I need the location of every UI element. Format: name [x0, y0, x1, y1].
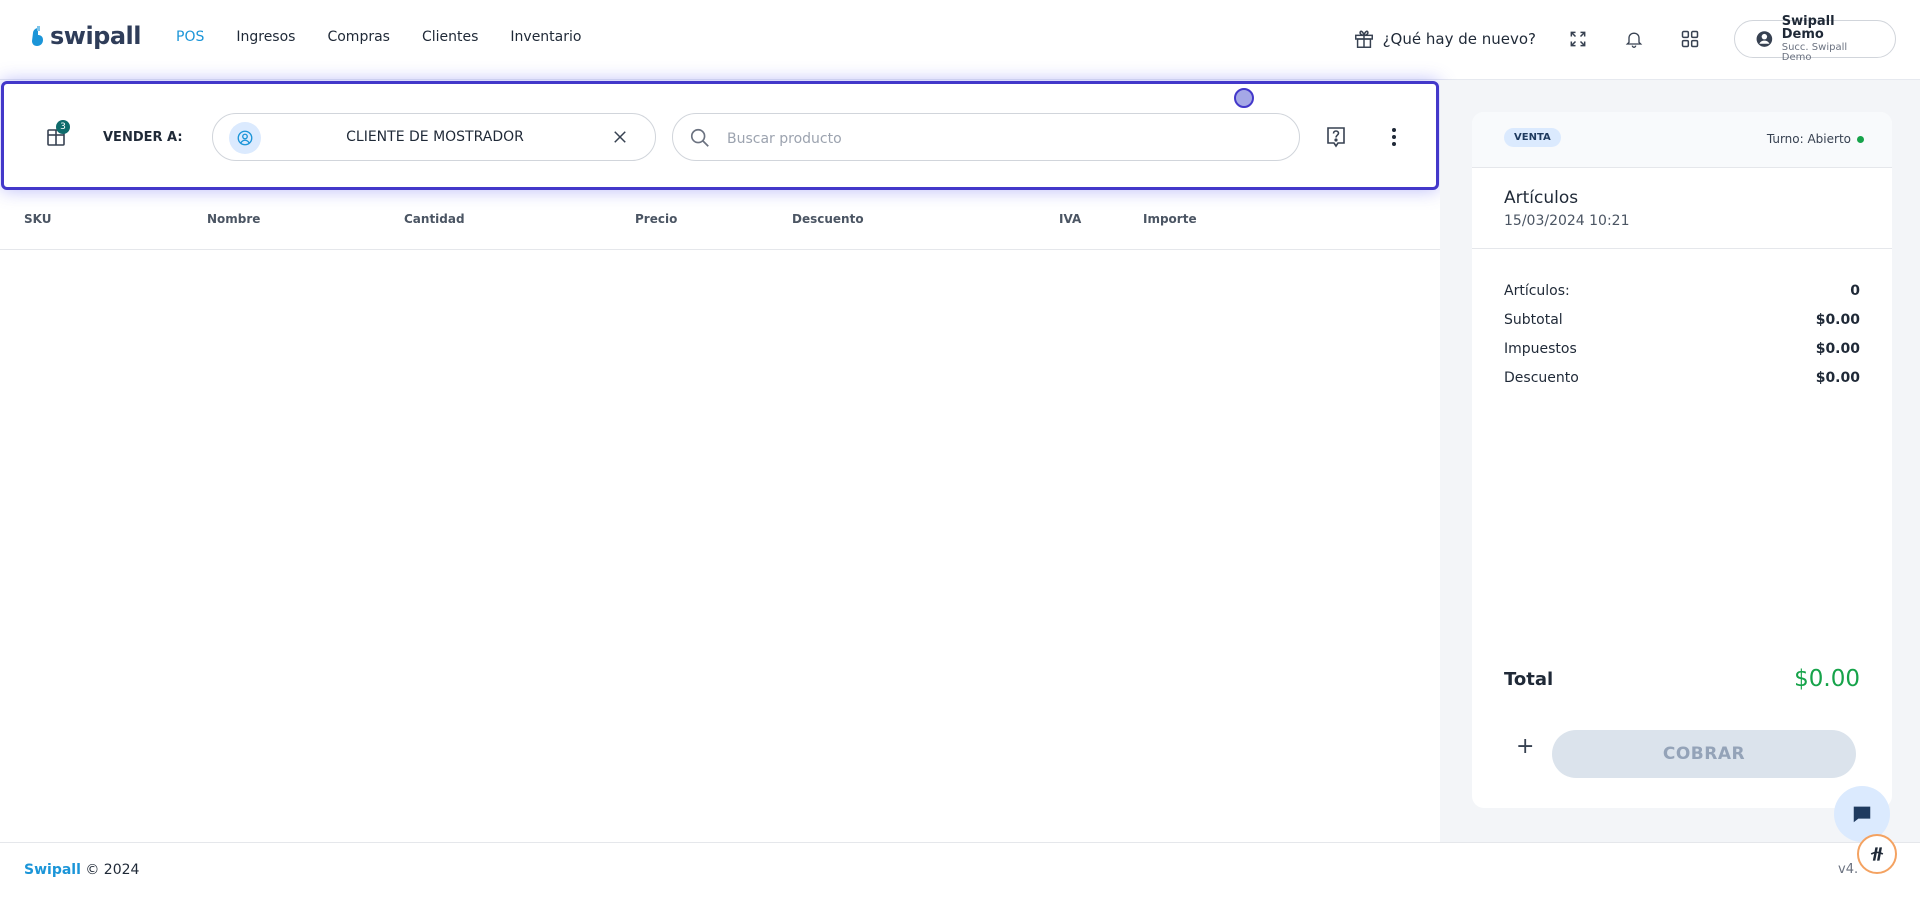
summary-title: Artículos — [1504, 188, 1579, 208]
user-name: Swipall Demo — [1781, 14, 1835, 42]
bell-icon[interactable] — [1622, 27, 1646, 51]
items-table-header: SKU Nombre Cantidad Precio Descuento IVA… — [0, 200, 1440, 250]
row-label: Subtotal — [1504, 312, 1563, 328]
client-selector[interactable]: CLIENTE DE MOSTRADOR — [212, 113, 656, 161]
charge-button[interactable]: COBRAR — [1552, 730, 1856, 778]
logo-text: swipall — [50, 22, 142, 50]
column-sku[interactable]: SKU — [24, 212, 51, 226]
summary-row-descuento: Descuento $0.00 — [1504, 370, 1860, 386]
nav-inventario[interactable]: Inventario — [510, 29, 581, 45]
row-value: $0.00 — [1815, 341, 1860, 357]
assistant-button[interactable] — [1857, 834, 1897, 874]
summary-row-subtotal: Subtotal $0.00 — [1504, 312, 1860, 328]
summary-row-articulos: Artículos: 0 — [1504, 283, 1860, 299]
top-navbar: swipall POS Ingresos Compras Clientes In… — [0, 0, 1920, 80]
summary-date: 15/03/2024 10:21 — [1504, 213, 1630, 229]
row-label: Impuestos — [1504, 341, 1577, 357]
user-menu-button[interactable]: Swipall Demo Succ. Swipall Demo — [1734, 15, 1896, 63]
column-nombre[interactable]: Nombre — [207, 212, 260, 226]
chat-bubble-icon — [1853, 806, 1871, 823]
summary-header: VENTA Turno: Abierto — [1472, 112, 1892, 168]
nav-ingresos[interactable]: Ingresos — [236, 29, 295, 45]
shift-status-label: Turno: Abierto — [1766, 132, 1851, 146]
footer: Swipall © 2024 v4. — [0, 842, 1920, 898]
client-name: CLIENTE DE MOSTRADOR — [346, 129, 524, 145]
cursor-indicator — [1234, 88, 1254, 108]
column-precio[interactable]: Precio — [635, 212, 677, 226]
sale-summary-card: VENTA Turno: Abierto Artículos 15/03/202… — [1472, 112, 1892, 808]
topbar-actions: ¿Qué hay de nuevo? Swipall Demo Succ. Sw… — [1353, 15, 1896, 63]
logo-mark-icon — [32, 26, 43, 46]
row-label: Artículos: — [1504, 283, 1570, 299]
app-version: v4. — [1838, 862, 1859, 877]
nav-compras[interactable]: Compras — [327, 29, 390, 45]
add-button[interactable]: + — [1516, 734, 1534, 759]
total-row: Total $0.00 — [1504, 666, 1860, 692]
shift-status-dot — [1857, 135, 1864, 143]
row-value: 0 — [1850, 283, 1860, 299]
fullscreen-icon[interactable] — [1566, 27, 1590, 51]
help-icon[interactable] — [1324, 125, 1348, 149]
row-value: $0.00 — [1815, 370, 1860, 386]
swipall-logo[interactable]: swipall — [30, 22, 142, 50]
column-iva[interactable]: IVA — [1059, 212, 1081, 226]
search-icon — [690, 128, 709, 147]
summary-row-impuestos: Impuestos $0.00 — [1504, 341, 1860, 357]
user-info: Swipall Demo Succ. Swipall Demo — [1782, 15, 1875, 63]
total-value: $0.00 — [1794, 666, 1860, 692]
user-avatar-icon — [1756, 31, 1773, 47]
search-input[interactable] — [725, 126, 1269, 152]
cart-count-badge: 3 — [56, 120, 70, 134]
column-descuento[interactable]: Descuento — [792, 212, 864, 226]
pos-toolbar: 3 VENDER A: CLIENTE DE MOSTRADOR — [1, 81, 1439, 190]
footer-year: © 2024 — [85, 862, 140, 878]
row-label: Descuento — [1504, 370, 1579, 386]
whats-new-label: ¿Qué hay de nuevo? — [1382, 30, 1536, 48]
main-nav: POS Ingresos Compras Clientes Inventario — [176, 29, 581, 45]
sell-to-label: VENDER A: — [103, 130, 183, 145]
assistant-logo-icon — [1870, 847, 1884, 861]
total-label: Total — [1504, 668, 1554, 690]
close-icon[interactable] — [611, 128, 629, 146]
shift-status: Turno: Abierto — [1767, 132, 1864, 146]
whats-new-button[interactable]: ¿Qué hay de nuevo? — [1353, 28, 1536, 50]
apps-grid-icon[interactable] — [1678, 27, 1702, 51]
gift-icon — [1354, 30, 1373, 48]
more-options-icon[interactable] — [1382, 125, 1406, 149]
nav-pos[interactable]: POS — [176, 29, 204, 45]
user-branch: Succ. Swipall Demo — [1781, 42, 1848, 63]
row-value: $0.00 — [1815, 312, 1860, 328]
footer-brand-link[interactable]: Swipall — [24, 862, 81, 878]
column-cantidad[interactable]: Cantidad — [404, 212, 465, 226]
product-search[interactable] — [672, 113, 1300, 161]
summary-divider — [1472, 248, 1892, 249]
footer-copyright: Swipall © 2024 — [24, 862, 139, 878]
column-importe[interactable]: Importe — [1143, 212, 1197, 226]
sale-type-badge: VENTA — [1504, 128, 1561, 147]
nav-clientes[interactable]: Clientes — [422, 29, 478, 45]
